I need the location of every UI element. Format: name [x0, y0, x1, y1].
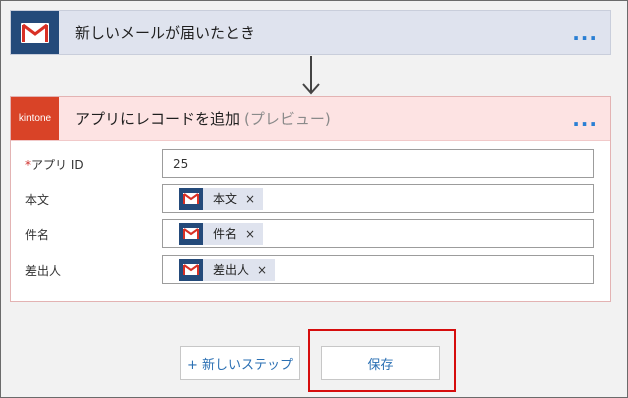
subject-token[interactable]: 件名 × [179, 222, 264, 245]
new-step-button[interactable]: + 新しいステップ [180, 346, 300, 380]
trigger-more-menu[interactable]: ... [572, 23, 598, 43]
body-token[interactable]: 本文 × [179, 187, 264, 210]
save-button[interactable]: 保存 [321, 346, 440, 380]
field-label-app-id: *アプリ ID [25, 156, 84, 173]
preview-label: (プレビュー) [244, 110, 331, 128]
action-more-menu[interactable]: ... [572, 109, 598, 129]
subject-input[interactable]: 件名 × [162, 219, 594, 248]
sender-token[interactable]: 差出人 × [179, 258, 276, 281]
action-title-text: アプリにレコードを追加 [75, 110, 241, 128]
gmail-icon [179, 258, 203, 281]
down-arrow-icon [299, 56, 323, 96]
field-label-text: アプリ ID [31, 158, 84, 172]
sender-input[interactable]: 差出人 × [162, 255, 594, 284]
field-row-body: 本文 本文 × [11, 184, 610, 214]
field-row-app-id: *アプリ ID 25 [11, 149, 610, 179]
token-label: 件名 [213, 227, 238, 241]
gmail-icon [179, 222, 203, 245]
action-title: アプリにレコードを追加 (プレビュー) [75, 108, 572, 129]
action-header[interactable]: kintone アプリにレコードを追加 (プレビュー) ... [11, 97, 610, 141]
close-icon[interactable]: × [245, 227, 255, 241]
close-icon[interactable]: × [245, 192, 255, 206]
app-window: 新しいメールが届いたとき ... kintone アプリにレコードを追加 (プレビ… [0, 0, 628, 398]
token-label: 本文 [213, 192, 238, 206]
field-label-sender: 差出人 [25, 264, 62, 278]
action-card: kintone アプリにレコードを追加 (プレビュー) ... *アプリ ID 2… [10, 96, 611, 302]
app-id-input[interactable]: 25 [162, 149, 594, 178]
trigger-card[interactable]: 新しいメールが届いたとき ... [10, 10, 611, 55]
field-row-sender: 差出人 差出人 × [11, 255, 610, 285]
close-icon[interactable]: × [257, 263, 267, 277]
field-label-subject: 件名 [25, 228, 50, 242]
gmail-icon [11, 11, 59, 54]
app-id-value: 25 [173, 156, 189, 171]
trigger-title: 新しいメールが届いたとき [75, 24, 256, 42]
field-row-subject: 件名 件名 × [11, 219, 610, 249]
body-input[interactable]: 本文 × [162, 184, 594, 213]
kintone-icon: kintone [11, 97, 59, 140]
field-label-body: 本文 [25, 193, 50, 207]
gmail-icon [179, 187, 203, 210]
token-label: 差出人 [213, 263, 250, 277]
